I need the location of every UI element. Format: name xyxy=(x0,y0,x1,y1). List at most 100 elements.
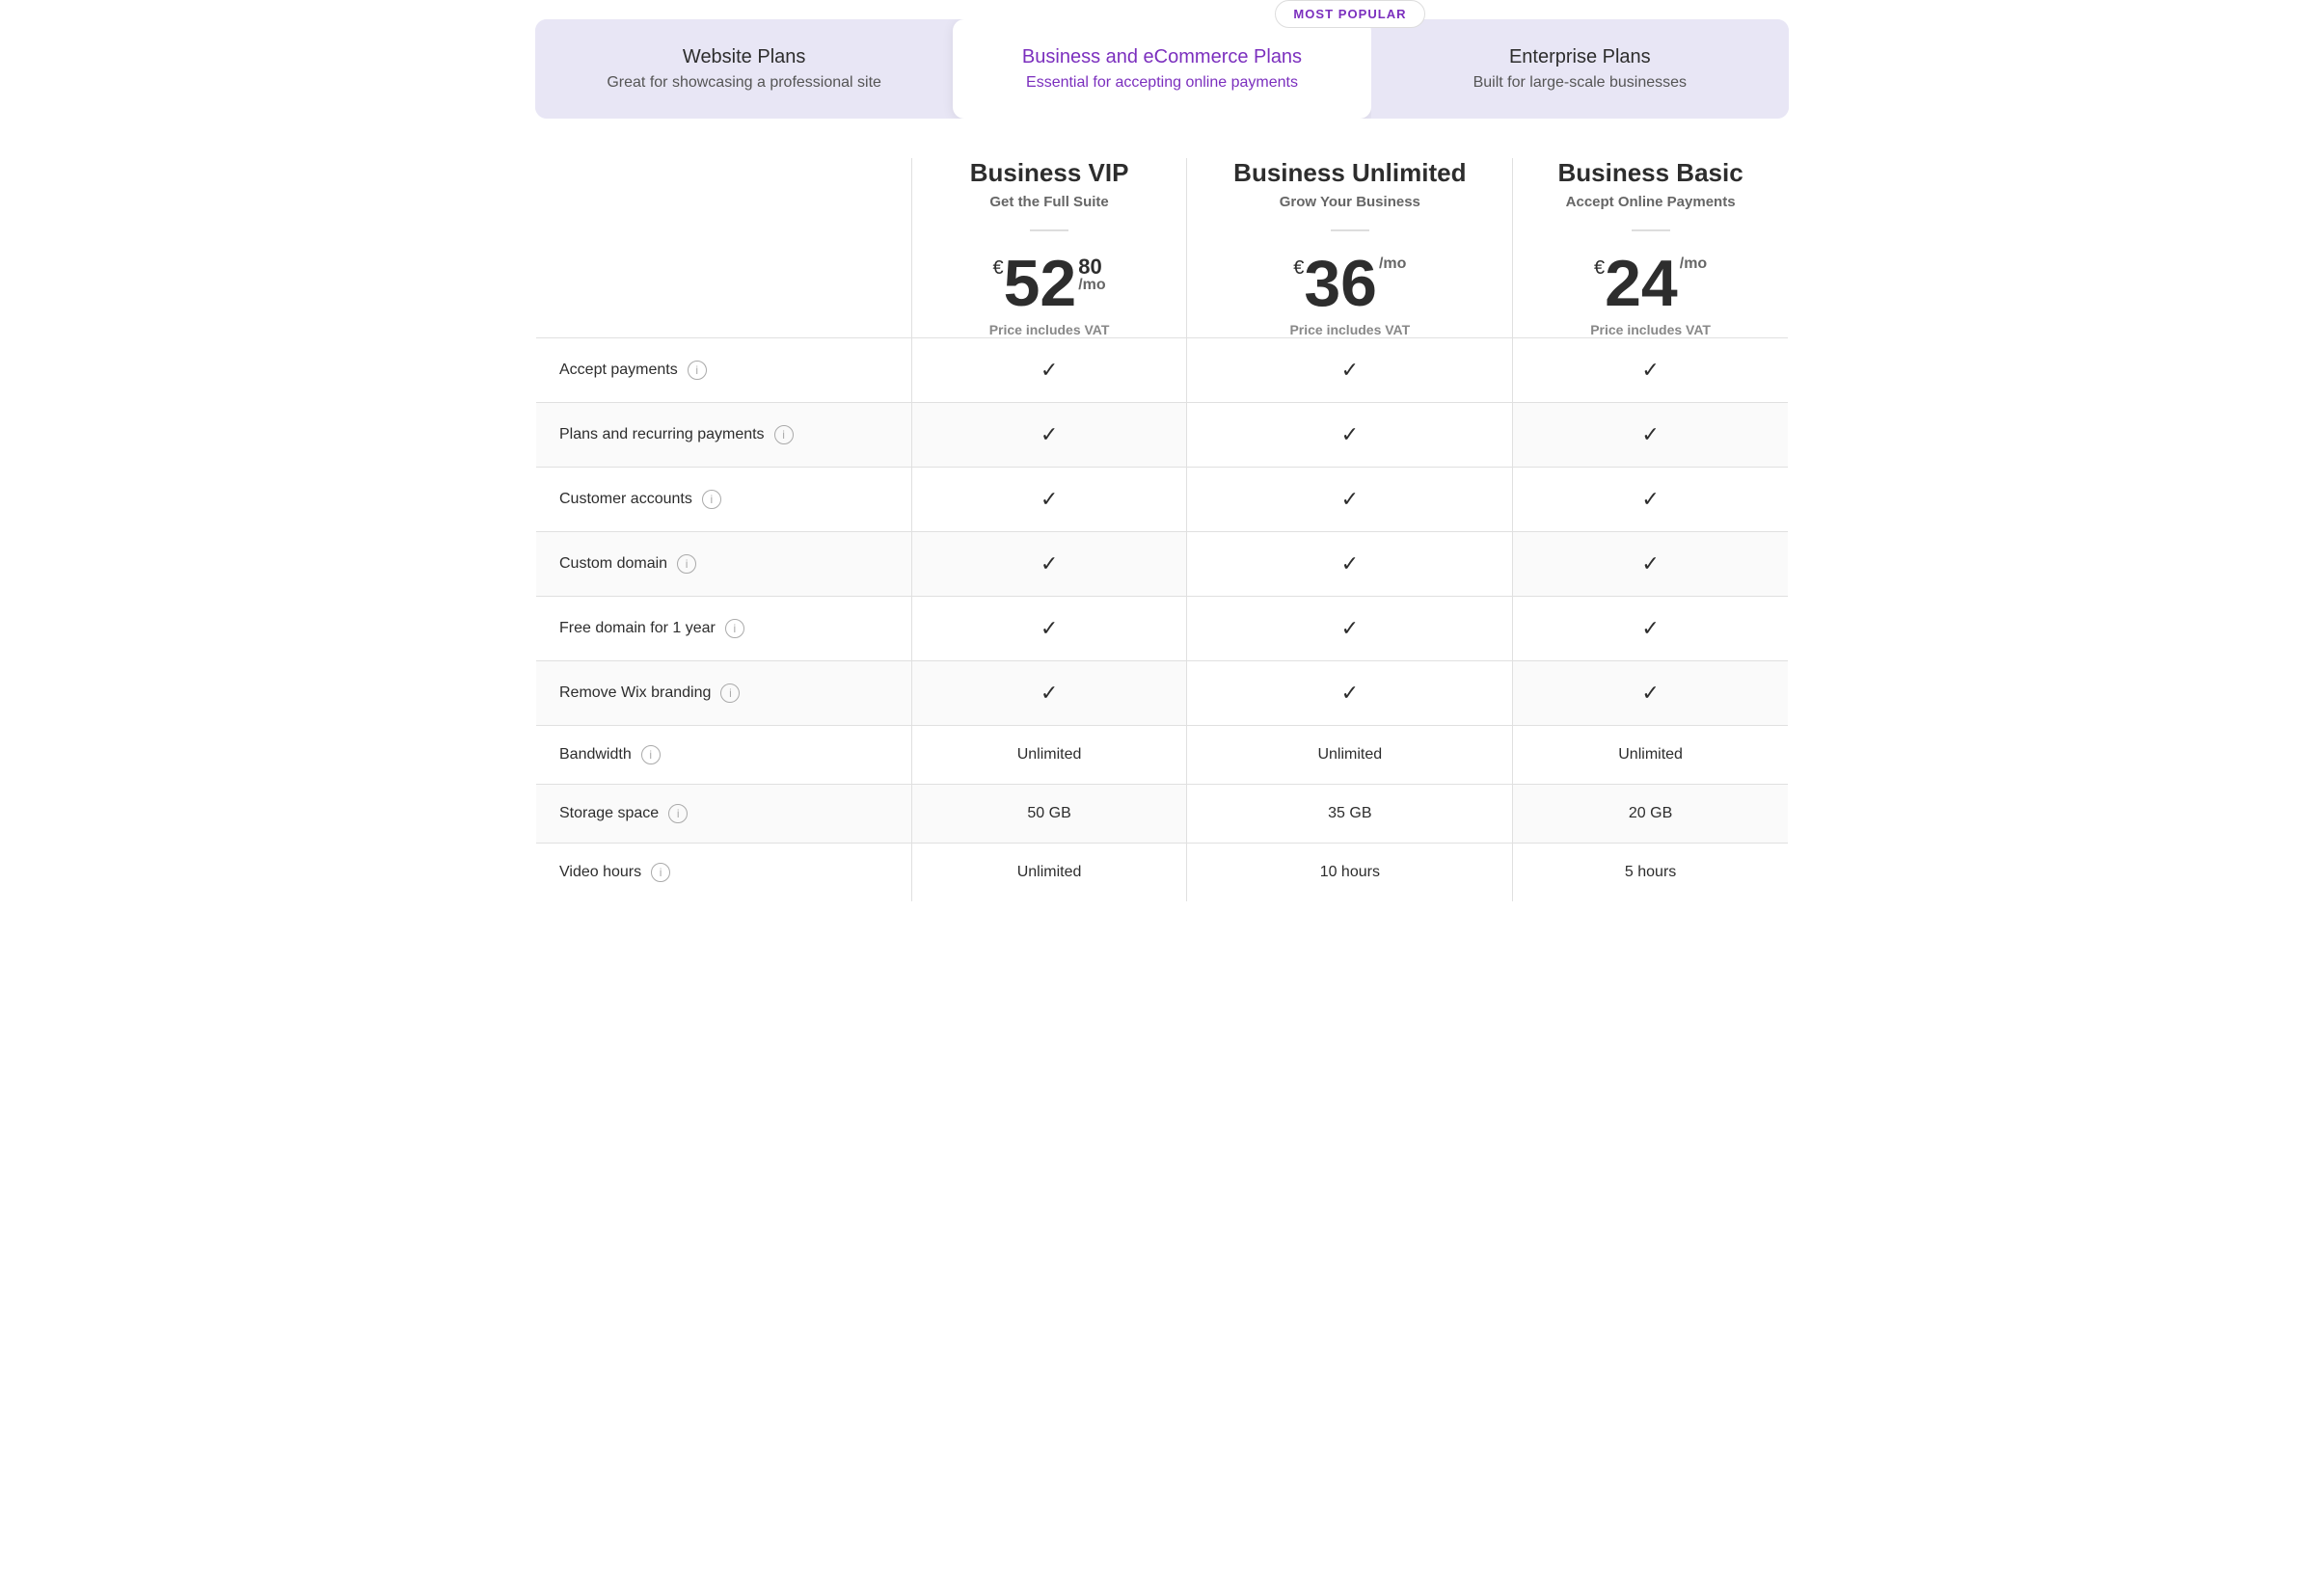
tab-website-title: Website Plans xyxy=(564,46,924,68)
feature-row: Free domain for 1 year i ✓ ✓ ✓ xyxy=(536,597,1789,661)
price-container-vip: € 52 80 /mo xyxy=(912,251,1187,316)
feature-label-text: Video hours xyxy=(559,864,641,881)
check-mark: ✓ xyxy=(1641,616,1659,640)
feature-vip-cell: ✓ xyxy=(911,468,1187,532)
info-icon[interactable]: i xyxy=(641,745,661,764)
feature-label-cell: Plans and recurring payments i xyxy=(536,403,912,468)
feature-label-wrapper: Video hours i xyxy=(559,863,888,882)
info-icon[interactable]: i xyxy=(668,804,688,823)
price-amount-basic: 24 xyxy=(1605,251,1678,316)
check-mark: ✓ xyxy=(1341,616,1359,640)
price-mo-basic: /mo xyxy=(1680,256,1707,272)
feature-basic-cell: 20 GB xyxy=(1513,785,1789,844)
tab-website-subtitle: Great for showcasing a professional site xyxy=(564,74,924,92)
plan-header-basic: Business Basic Accept Online Payments € … xyxy=(1513,158,1789,338)
plan-header-row: Business VIP Get the Full Suite € 52 80 … xyxy=(536,158,1789,338)
feature-unlimited-cell: ✓ xyxy=(1187,661,1513,726)
feature-label-text: Custom domain xyxy=(559,555,667,573)
plan-tagline-vip: Get the Full Suite xyxy=(912,194,1187,210)
feature-label-text: Bandwidth xyxy=(559,746,632,764)
feature-basic-cell: ✓ xyxy=(1513,338,1789,403)
feature-label-wrapper: Bandwidth i xyxy=(559,745,888,764)
feature-unlimited-cell: Unlimited xyxy=(1187,726,1513,785)
tab-enterprise-title: Enterprise Plans xyxy=(1400,46,1760,68)
check-mark: ✓ xyxy=(1040,551,1058,576)
pricing-table: Business VIP Get the Full Suite € 52 80 … xyxy=(535,157,1789,902)
feature-unlimited-cell: 35 GB xyxy=(1187,785,1513,844)
feature-label-text: Plans and recurring payments xyxy=(559,426,765,443)
price-cents-mo-unlimited: /mo xyxy=(1379,256,1406,272)
check-mark: ✓ xyxy=(1040,681,1058,705)
check-mark: ✓ xyxy=(1641,681,1659,705)
feature-row: Storage space i 50 GB35 GB20 GB xyxy=(536,785,1789,844)
feature-basic-cell: ✓ xyxy=(1513,661,1789,726)
feature-basic-cell: 5 hours xyxy=(1513,844,1789,902)
price-amount-unlimited: 36 xyxy=(1304,251,1377,316)
check-mark: ✓ xyxy=(1040,422,1058,446)
feature-label-text: Accept payments xyxy=(559,362,678,379)
feature-row: Plans and recurring payments i ✓✓✓ xyxy=(536,403,1789,468)
feature-label-cell: Accept payments i xyxy=(536,338,912,403)
feature-vip-cell: ✓ xyxy=(911,532,1187,597)
feature-label-cell: Customer accounts i xyxy=(536,468,912,532)
plan-name-unlimited: Business Unlimited xyxy=(1187,158,1512,188)
feature-label-cell: Free domain for 1 year i xyxy=(536,597,912,661)
plan-tabs: Website Plans Great for showcasing a pro… xyxy=(535,19,1789,119)
info-icon[interactable]: i xyxy=(677,554,696,574)
feature-label-cell: Storage space i xyxy=(536,785,912,844)
price-currency-vip: € xyxy=(992,258,1003,278)
price-cents-mo-basic: /mo xyxy=(1680,256,1707,272)
feature-label-wrapper: Custom domain i xyxy=(559,554,888,574)
price-currency-basic: € xyxy=(1594,258,1605,278)
info-icon[interactable]: i xyxy=(688,361,707,380)
feature-row: Video hours i Unlimited10 hours5 hours xyxy=(536,844,1789,902)
most-popular-badge: MOST POPULAR xyxy=(1275,0,1424,28)
feature-label-cell: Custom domain i xyxy=(536,532,912,597)
feature-vip-cell: ✓ xyxy=(911,403,1187,468)
check-mark: ✓ xyxy=(1341,551,1359,576)
price-currency-unlimited: € xyxy=(1293,258,1304,278)
tab-enterprise-subtitle: Built for large-scale businesses xyxy=(1400,74,1760,92)
plan-divider-vip xyxy=(1030,229,1068,231)
feature-basic-cell: ✓ xyxy=(1513,468,1789,532)
info-icon[interactable]: i xyxy=(725,619,744,638)
tab-business[interactable]: Business and eCommerce Plans Essential f… xyxy=(953,19,1370,119)
check-mark: ✓ xyxy=(1040,616,1058,640)
info-icon[interactable]: i xyxy=(651,863,670,882)
price-vat-unlimited: Price includes VAT xyxy=(1187,322,1512,337)
price-mo-unlimited: /mo xyxy=(1379,256,1406,272)
info-icon[interactable]: i xyxy=(774,425,794,444)
feature-label-wrapper: Storage space i xyxy=(559,804,888,823)
plan-name-basic: Business Basic xyxy=(1513,158,1788,188)
feature-vip-cell: 50 GB xyxy=(911,785,1187,844)
plan-tagline-basic: Accept Online Payments xyxy=(1513,194,1788,210)
tab-enterprise[interactable]: Enterprise Plans Built for large-scale b… xyxy=(1371,19,1789,119)
tab-website[interactable]: Website Plans Great for showcasing a pro… xyxy=(535,19,953,119)
plan-tagline-unlimited: Grow Your Business xyxy=(1187,194,1512,210)
price-vat-vip: Price includes VAT xyxy=(912,322,1187,337)
feature-label-wrapper: Free domain for 1 year i xyxy=(559,619,888,638)
feature-unlimited-cell: ✓ xyxy=(1187,468,1513,532)
price-container-unlimited: € 36 /mo xyxy=(1187,251,1512,316)
plan-name-vip: Business VIP xyxy=(912,158,1187,188)
feature-unlimited-cell: ✓ xyxy=(1187,597,1513,661)
info-icon[interactable]: i xyxy=(702,490,721,509)
pricing-table-wrapper: Business VIP Get the Full Suite € 52 80 … xyxy=(535,157,1789,902)
info-icon[interactable]: i xyxy=(720,683,740,703)
feature-vip-cell: ✓ xyxy=(911,597,1187,661)
feature-label-wrapper: Accept payments i xyxy=(559,361,888,380)
feature-unlimited-cell: 10 hours xyxy=(1187,844,1513,902)
feature-label-wrapper: Customer accounts i xyxy=(559,490,888,509)
feature-row: Customer accounts i ✓✓✓ xyxy=(536,468,1789,532)
feature-label-text: Remove Wix branding xyxy=(559,684,711,702)
feature-basic-cell: ✓ xyxy=(1513,403,1789,468)
plan-divider-unlimited xyxy=(1331,229,1369,231)
page-wrapper: Website Plans Great for showcasing a pro… xyxy=(516,0,1808,922)
feature-basic-cell: ✓ xyxy=(1513,532,1789,597)
check-mark: ✓ xyxy=(1040,487,1058,511)
feature-unlimited-cell: ✓ xyxy=(1187,532,1513,597)
price-cents-mo-vip: 80 /mo xyxy=(1078,256,1105,293)
feature-row: Bandwidth i UnlimitedUnlimitedUnlimited xyxy=(536,726,1789,785)
check-mark: ✓ xyxy=(1040,358,1058,382)
price-amount-vip: 52 xyxy=(1004,251,1077,316)
